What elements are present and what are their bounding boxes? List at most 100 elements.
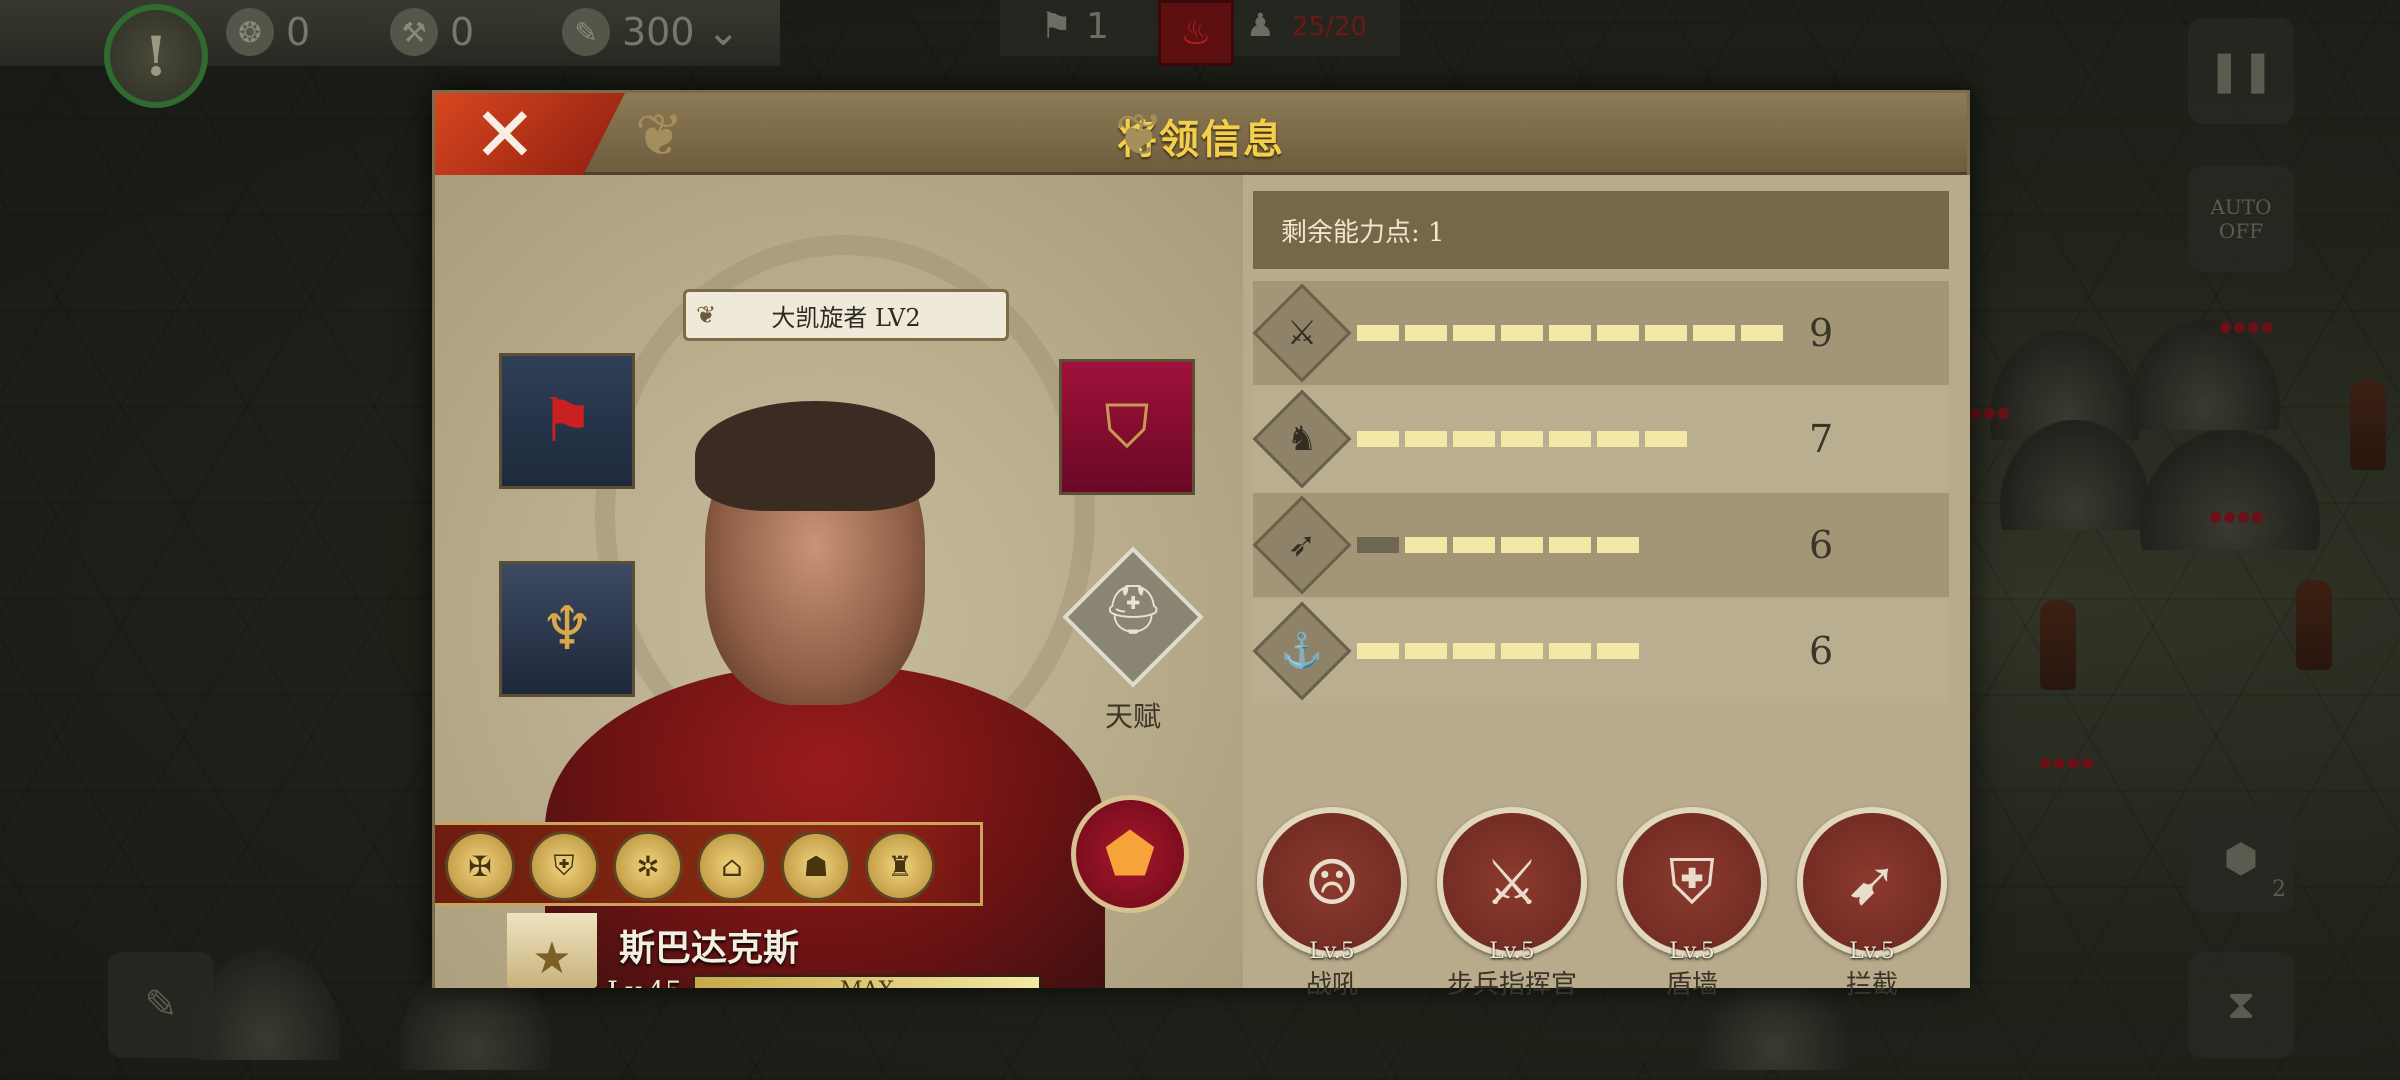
ability-name: 步兵指挥官 [1446,970,1577,1000]
stat-segment [1549,643,1591,659]
stat-bar [1357,643,1639,659]
stat-segment [1549,431,1591,447]
ability-level: Lv.5 [1489,939,1535,964]
stat-segment [1357,643,1399,659]
anchor-icon: ⚓ [1280,631,1324,671]
ability-shield-wall[interactable]: ⛨ Lv.5 盾墙 [1617,807,1767,1001]
stat-segment [1453,431,1495,447]
ability-intercept[interactable]: ➹ Lv.5 拦截 [1797,807,1947,1001]
resource-value: 0 [286,10,311,54]
troop-count: 25/20 [1292,12,1367,42]
faction-flag-icon: ♨ [1158,0,1234,66]
ability-name: 战吼 [1305,970,1358,1000]
hex-view-button[interactable]: ⬢ 2 [2188,806,2294,912]
alert-button[interactable]: ! [104,4,208,108]
stat-segment [1597,431,1639,447]
stat-segment [1501,431,1543,447]
stat-segment [1501,325,1543,341]
resource-medals: ❂ 0 [226,6,310,58]
general-portrait-panel: ❦ 大凯旋者 LV2 ⚑ ♆ ⛉ ⛑ 天赋 ✠ ⛨ ✲ ⌂ ☗ ♜ ⬟ ★ 斯巴… [435,175,1243,988]
dialog-title: 将领信息 [1117,116,1285,163]
resource-value: 300 [622,10,695,54]
stat-segment [1549,537,1591,553]
ability-level: Lv.5 [1669,939,1715,964]
experience-text: MAX [695,977,1039,988]
stat-row-ranged[interactable]: ➶ 6 [1252,493,1949,597]
stat-value: 9 [1809,311,1834,355]
general-info-dialog: ✕ ❦ 将领信息 ❦ ❦ 大凯旋者 LV2 ⚑ ♆ ⛉ ⛑ 天赋 ✠ ⛨ ✲ ⌂… [432,90,1970,1000]
rank-title: 大凯旋者 LV2 [771,303,921,332]
ability-level: Lv.5 [1309,939,1355,964]
stat-value: 7 [1809,417,1834,461]
helmet-icon: ☗ [803,849,829,883]
stat-value: 6 [1809,523,1834,567]
stat-segment [1597,643,1639,659]
general-name: 斯巴达克斯 [619,927,800,969]
stat-segment [1645,325,1687,341]
sword-icon: ⚔ [1286,313,1318,353]
skill-medal-helmet[interactable]: ☗ [781,831,851,901]
auto-battle-button[interactable]: AUTO OFF [2188,166,2294,272]
skill-medal-eagle[interactable]: ✠ [445,831,515,901]
pause-button[interactable]: ❚❚ [2188,18,2294,124]
crossed-swords-icon: ⚔ [1437,807,1587,957]
gem-slot[interactable]: ⬟ [1071,795,1189,913]
stat-bar [1357,537,1639,553]
experience-bar: MAX [693,975,1041,988]
ability-name: 盾墙 [1665,970,1718,1000]
stat-segment [1741,325,1783,341]
scroll-icon: ✎ [562,8,610,56]
stat-bar [1357,431,1687,447]
hexagon-icon: ⬢ [2223,836,2259,882]
turn-count: 1 [1086,6,1109,47]
dialog-header: ✕ ❦ 将领信息 ❦ [435,93,1967,175]
bow-icon: ➶ [1287,525,1317,565]
stat-segment [1501,537,1543,553]
skill-medal-shield[interactable]: ⛨ [529,831,599,901]
laurel-medal-icon: ❂ [226,8,274,56]
stat-segment [1357,325,1399,341]
laurel-icon: ❦ [696,301,717,329]
attributes-panel: 剩余能力点: 1 ⚔ 9 ♞ 7 ➶ 6 ⚓ 6 ☹ Lv.5 战吼 ⚔ Lv.… [1243,175,1970,1000]
standard-icon: ♜ [887,849,913,883]
stat-row-attack[interactable]: ⚔ 9 [1252,281,1949,385]
skill-medal-compass[interactable]: ✲ [613,831,683,901]
shield-wall-icon: ⛨ [1617,807,1767,957]
laurel-right-icon: ❦ [1115,101,1164,169]
stat-segment [1357,537,1399,553]
remaining-points: 剩余能力点: 1 [1253,191,1949,269]
shoulder-armor-icon: ⛉ [1104,392,1150,462]
troops-icon: ♟ [1246,6,1275,44]
hex-count: 2 [2272,877,2286,902]
ability-infantry-commander[interactable]: ⚔ Lv.5 步兵指挥官 [1437,807,1587,1001]
stat-segment [1501,643,1543,659]
rank-title-badge[interactable]: ❦ 大凯旋者 LV2 [683,289,1009,341]
skill-medal-temple[interactable]: ⌂ [697,831,767,901]
stat-value: 6 [1809,629,1834,673]
stat-row-naval[interactable]: ⚓ 6 [1252,599,1949,703]
stat-segment [1597,537,1639,553]
stat-row-cavalry[interactable]: ♞ 7 [1252,387,1949,491]
shield-icon: ⛨ [553,849,575,882]
star-icon: ★ [532,933,572,984]
war-cry-icon: ☹ [1257,807,1407,957]
ability-level: Lv.5 [1849,939,1895,964]
rank-shield-icon: ★ [507,913,597,988]
scroll-icon: ✎ [144,982,178,1028]
exclamation-icon: ! [144,24,168,88]
auto-state: OFF [2218,219,2264,243]
ability-war-cry[interactable]: ☹ Lv.5 战吼 [1257,807,1407,1001]
skill-button[interactable]: ⧗ [2188,952,2294,1058]
skill-medal-standard[interactable]: ♜ [865,831,935,901]
stat-bar [1357,325,1783,341]
resource-hammers: ⚒ 0 [390,6,474,58]
auto-label: AUTO [2210,195,2272,219]
stat-segment [1645,431,1687,447]
hourglass-icon: ⧗ [2226,982,2256,1028]
resource-scrolls: ✎ 300 ⌄ [562,6,740,58]
map-scroll-button[interactable]: ✎ [108,952,214,1058]
horse-icon: ♞ [1286,419,1318,459]
stat-segment [1597,325,1639,341]
chevron-down-icon[interactable]: ⌄ [707,9,741,55]
eagle-icon: ✠ [468,849,492,883]
